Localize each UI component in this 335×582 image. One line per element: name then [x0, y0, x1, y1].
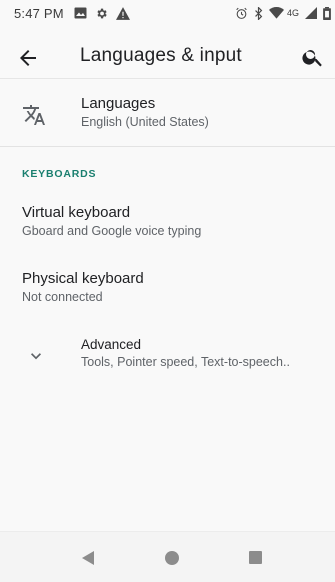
- languages-text: Languages English (United States): [81, 95, 209, 129]
- status-left-icons: [74, 6, 130, 20]
- virtual-keyboard-title: Virtual keyboard: [22, 204, 131, 221]
- system-nav-bar: [0, 531, 335, 582]
- alarm-icon: [236, 7, 247, 19]
- image-icon: [74, 7, 87, 19]
- signal-icon: [305, 7, 317, 19]
- nav-home-icon[interactable]: [165, 551, 179, 565]
- status-time: 5:47 PM: [14, 5, 64, 21]
- languages-row[interactable]: Languages English (United States): [0, 84, 335, 142]
- virtual-keyboard-text: Virtual keyboard Gboard and Google voice…: [22, 204, 201, 238]
- languages-title: Languages: [81, 95, 156, 112]
- nav-back-icon[interactable]: [80, 550, 96, 566]
- arrow-back-icon[interactable]: [16, 46, 40, 70]
- wifi-icon: [268, 7, 284, 19]
- status-bar: 5:47 PM 4G: [0, 0, 335, 26]
- network-type: 4G: [286, 8, 299, 18]
- nav-recents-icon[interactable]: [249, 551, 262, 564]
- physical-keyboard-text: Physical keyboard Not connected: [22, 270, 144, 304]
- battery-icon: [323, 6, 331, 20]
- languages-subtitle: English (United States): [81, 115, 209, 129]
- search-icon[interactable]: [301, 45, 325, 69]
- page-title: Languages & input: [80, 45, 242, 66]
- settings-icon: [97, 8, 107, 18]
- virtual-keyboard-subtitle: Gboard and Google voice typing: [22, 224, 202, 238]
- physical-keyboard-title: Physical keyboard: [22, 270, 144, 287]
- keyboards-header: KEYBOARDS: [22, 168, 97, 180]
- bluetooth-icon: [255, 6, 263, 20]
- chevron-down-icon: [31, 353, 41, 360]
- advanced-subtitle: Tools, Pointer speed, Text-to-speech..: [81, 355, 290, 369]
- physical-keyboard-row[interactable]: Physical keyboard Not connected: [0, 270, 335, 310]
- section-divider: [0, 146, 335, 147]
- status-right-icons: 4G: [235, 6, 331, 20]
- advanced-title: Advanced: [81, 337, 142, 352]
- toolbar-divider: [0, 78, 335, 79]
- warning-icon: [115, 6, 130, 20]
- advanced-row[interactable]: Advanced Tools, Pointer speed, Text-to-s…: [0, 334, 335, 374]
- translate-icon: [23, 105, 45, 125]
- settings-screen: 5:47 PM 4G Languages & input Languages E…: [0, 0, 335, 582]
- physical-keyboard-subtitle: Not connected: [22, 290, 103, 304]
- virtual-keyboard-row[interactable]: Virtual keyboard Gboard and Google voice…: [0, 204, 335, 248]
- advanced-text: Advanced Tools, Pointer speed, Text-to-s…: [81, 337, 331, 369]
- app-toolbar: Languages & input: [0, 26, 335, 90]
